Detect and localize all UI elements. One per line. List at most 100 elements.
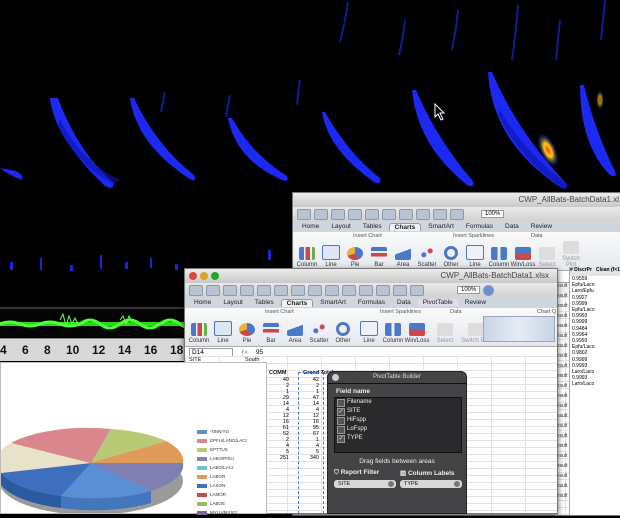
tab-home[interactable]: Home (189, 299, 216, 306)
tab-formulas[interactable]: Formulas (461, 223, 498, 230)
info-icon[interactable] (454, 481, 460, 487)
tab-tables[interactable]: Tables (358, 223, 387, 230)
tab-tables[interactable]: Tables (250, 299, 279, 306)
tab-formulas[interactable]: Formulas (353, 299, 390, 306)
field-checkbox[interactable]: ✓ (337, 408, 345, 416)
format-icon[interactable] (325, 284, 339, 296)
tab-layout[interactable]: Layout (218, 299, 248, 306)
field-checkbox[interactable] (337, 417, 345, 425)
back-window-titlebar[interactable]: CWP_AllBats-BatchData1.xl (293, 193, 620, 207)
cut-icon[interactable] (365, 208, 379, 220)
save-icon[interactable] (223, 284, 237, 296)
tab-data[interactable]: Data (392, 299, 416, 306)
cut-icon[interactable] (274, 284, 288, 296)
legend-item: -NNN/YO (197, 427, 247, 436)
field-checkbox[interactable] (337, 399, 345, 407)
sum-icon[interactable] (376, 284, 390, 296)
switch-plot-button[interactable]: Switch Plot (557, 241, 585, 268)
open-icon[interactable] (314, 208, 328, 220)
report-filter-field-chip[interactable]: SITE (334, 480, 396, 488)
legend-item: LAMOR (197, 490, 247, 499)
pivottable-builder-title: PivotTable Builder (372, 374, 422, 380)
legend-item: MYLU/MYSO (197, 508, 247, 517)
zoom-field[interactable]: 100% (481, 210, 505, 218)
sparkline-winloss-button[interactable]: Win/Loss (403, 323, 431, 344)
report-filter-area[interactable]: ⛉ Report Filter SITE (334, 468, 396, 488)
column-labels-field-chip[interactable]: TYPE (400, 480, 462, 488)
legend-item: EPTTUS (197, 445, 247, 454)
undo-icon[interactable] (416, 208, 430, 220)
zoom-field[interactable]: 100% (457, 286, 481, 294)
tab-smartart[interactable]: SmartArt (423, 223, 459, 230)
tab-charts[interactable]: Charts (280, 298, 314, 307)
redo-icon[interactable] (359, 284, 373, 296)
print-icon[interactable] (348, 208, 362, 220)
pie-chart-icon (239, 323, 255, 336)
pivottable-builder-titlebar[interactable]: PivotTable Builder (328, 372, 466, 384)
field-list-box[interactable]: Filename ✓ SITE HiFspp LoFspp ✓ TYPE (334, 397, 462, 453)
other-chart-button[interactable]: Other (329, 322, 357, 344)
formula-input[interactable]: 95 (256, 349, 263, 356)
legend-item: LABOR (197, 472, 247, 481)
button-label: Line (217, 338, 229, 344)
import-icon[interactable] (257, 284, 271, 296)
tab-charts[interactable]: Charts (388, 222, 422, 231)
filter-icon[interactable] (410, 284, 424, 296)
fx-icon[interactable]: ƒx (241, 349, 248, 356)
front-window-title: CWP_AllBats-BatchData1.xlsx (440, 271, 549, 280)
tab-layout[interactable]: Layout (326, 223, 356, 230)
button-label: Bar (266, 338, 276, 344)
zoom-icon[interactable] (211, 272, 219, 280)
axis-tick-label: 10 (66, 343, 80, 357)
info-icon[interactable] (388, 481, 394, 487)
paste-icon[interactable] (399, 208, 413, 220)
save-icon[interactable] (331, 208, 345, 220)
column-chart-icon (191, 323, 207, 336)
copy-icon[interactable] (382, 208, 396, 220)
field-item[interactable]: LoFspp (335, 425, 461, 434)
back-ribbon-body: Insert Chart Insert Sparklines Data Colu… (293, 232, 620, 271)
field-item[interactable]: Filename (335, 398, 461, 407)
tab-smartart[interactable]: SmartArt (315, 299, 351, 306)
paste-icon[interactable] (308, 284, 322, 296)
field-item[interactable]: ✓ TYPE (335, 434, 461, 443)
field-checkbox[interactable]: ✓ (337, 435, 345, 443)
cell-comm-header[interactable]: COMM (269, 370, 286, 376)
tab-home[interactable]: Home (297, 223, 324, 230)
field-item[interactable]: HiFspp (335, 416, 461, 425)
column-labels-area[interactable]: ▥ Column Labels TYPE (400, 468, 462, 488)
legend-label: EPTTUS (210, 447, 228, 452)
select-data-button[interactable]: Select (431, 323, 459, 344)
close-icon[interactable] (189, 272, 197, 280)
field-label: HiFspp (347, 417, 367, 423)
tab-pivottable[interactable]: PivotTable (417, 299, 458, 306)
field-checkbox[interactable] (337, 426, 345, 434)
sort-icon[interactable] (393, 284, 407, 296)
pivottable-builder-panel[interactable]: PivotTable Builder Field name Filename ✓ S… (327, 371, 467, 514)
front-window-titlebar[interactable]: CWP_AllBats-BatchData1.xlsx (185, 269, 557, 283)
cell-value[interactable]: Laro/Laco (572, 381, 620, 387)
close-icon[interactable] (332, 374, 339, 381)
copy-icon[interactable] (291, 284, 305, 296)
print-icon[interactable] (240, 284, 254, 296)
new-icon[interactable] (297, 208, 311, 220)
pie-chart[interactable]: -NNN/YO EPFU/LANO/LACI EPTTUS LABO/PISU … (0, 362, 267, 517)
tab-review[interactable]: Review (460, 299, 491, 306)
help-icon[interactable] (483, 284, 495, 296)
sort-icon[interactable] (450, 208, 464, 220)
sum-icon[interactable] (433, 208, 447, 220)
scatter-chart-icon (419, 247, 435, 260)
minimize-icon[interactable] (200, 272, 208, 280)
tab-data[interactable]: Data (500, 223, 524, 230)
group-title: Insert Sparklines (380, 309, 421, 315)
undo-icon[interactable] (342, 284, 356, 296)
new-icon[interactable] (189, 284, 203, 296)
legend-label: LAMOR (210, 492, 227, 497)
line-chart-icon (214, 321, 232, 336)
pie-chart-icon (347, 247, 363, 260)
chart-quick-layouts[interactable] (483, 316, 555, 342)
open-icon[interactable] (206, 284, 220, 296)
tab-review[interactable]: Review (526, 223, 557, 230)
field-item[interactable]: ✓ SITE (335, 407, 461, 416)
cell-comm-value[interactable]: 251 (269, 455, 289, 461)
